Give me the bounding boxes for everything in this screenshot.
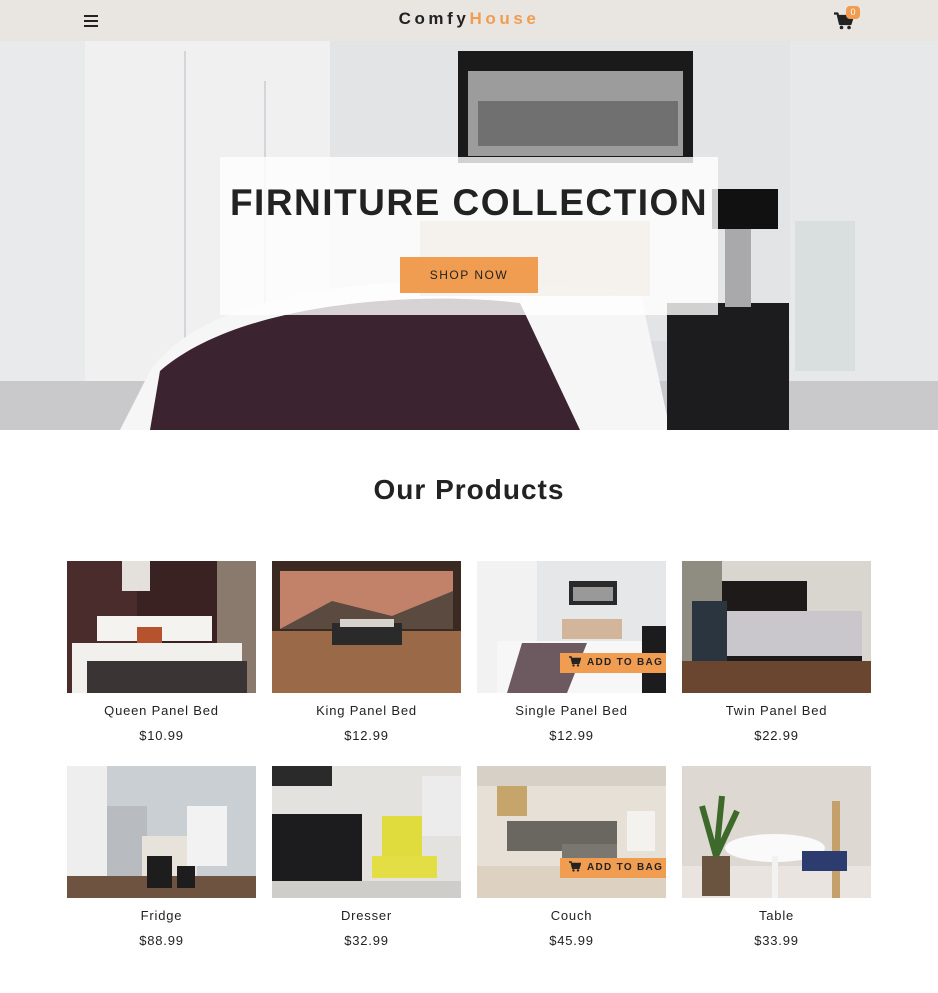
product-name: Single Panel Bed	[515, 703, 628, 718]
navbar: ComfyHouse 0	[0, 0, 938, 41]
add-to-bag-button[interactable]: ADD TO BAG	[560, 858, 666, 878]
logo-part-2: House	[469, 9, 540, 28]
cart-count-badge: 0	[846, 6, 860, 19]
product-price: $45.99	[549, 933, 594, 948]
product-image[interactable]	[272, 766, 461, 898]
product-name: Dresser	[340, 908, 393, 923]
product-card: ADD TO BAG Couch $45.99	[477, 766, 666, 966]
add-to-bag-label: ADD TO BAG	[587, 862, 664, 873]
product-price: $12.99	[549, 728, 594, 743]
product-image[interactable]	[682, 561, 871, 693]
add-to-bag-button[interactable]: ADD TO BAG	[560, 653, 666, 673]
product-image[interactable]: ADD TO BAG	[477, 766, 666, 898]
shopping-cart-icon	[569, 861, 581, 872]
logo[interactable]: ComfyHouse	[0, 9, 938, 29]
product-card: Twin Panel Bed $22.99	[682, 561, 871, 761]
product-image[interactable]	[682, 766, 871, 898]
product-card: Queen Panel Bed $10.99	[67, 561, 256, 761]
products-section-title: Our Products	[373, 474, 565, 505]
product-name: Twin Panel Bed	[725, 703, 828, 718]
shop-now-button[interactable]: SHOP NOW	[400, 257, 538, 293]
product-price: $32.99	[344, 933, 389, 948]
product-image[interactable]	[67, 766, 256, 898]
hero-banner: FIRNITURE COLLECTION SHOP NOW	[220, 157, 718, 315]
product-image[interactable]	[272, 561, 461, 693]
product-image[interactable]: ADD TO BAG	[477, 561, 666, 693]
product-name: Fridge	[140, 908, 183, 923]
product-price: $33.99	[754, 933, 799, 948]
product-price: $10.99	[139, 728, 184, 743]
product-name: Table	[758, 908, 795, 923]
shopping-cart-icon	[569, 656, 581, 667]
product-name: King Panel Bed	[316, 703, 417, 718]
product-price: $12.99	[344, 728, 389, 743]
add-to-bag-label: ADD TO BAG	[587, 657, 664, 668]
product-name: Queen Panel Bed	[104, 703, 219, 718]
product-card: Table $33.99	[682, 766, 871, 966]
product-card: Fridge $88.99	[67, 766, 256, 966]
product-price: $88.99	[139, 933, 184, 948]
product-card: Dresser $32.99	[272, 766, 461, 966]
product-price: $22.99	[754, 728, 799, 743]
hero-title: FIRNITURE COLLECTION	[229, 182, 709, 223]
product-card: King Panel Bed $12.99	[272, 561, 461, 761]
cart-button[interactable]: 0	[834, 6, 860, 32]
product-name: Couch	[550, 908, 593, 923]
hero: FIRNITURE COLLECTION SHOP NOW	[0, 41, 938, 430]
product-card: ADD TO BAG Single Panel Bed $12.99	[477, 561, 666, 761]
logo-part-1: Comfy	[398, 9, 470, 28]
product-image[interactable]	[67, 561, 256, 693]
